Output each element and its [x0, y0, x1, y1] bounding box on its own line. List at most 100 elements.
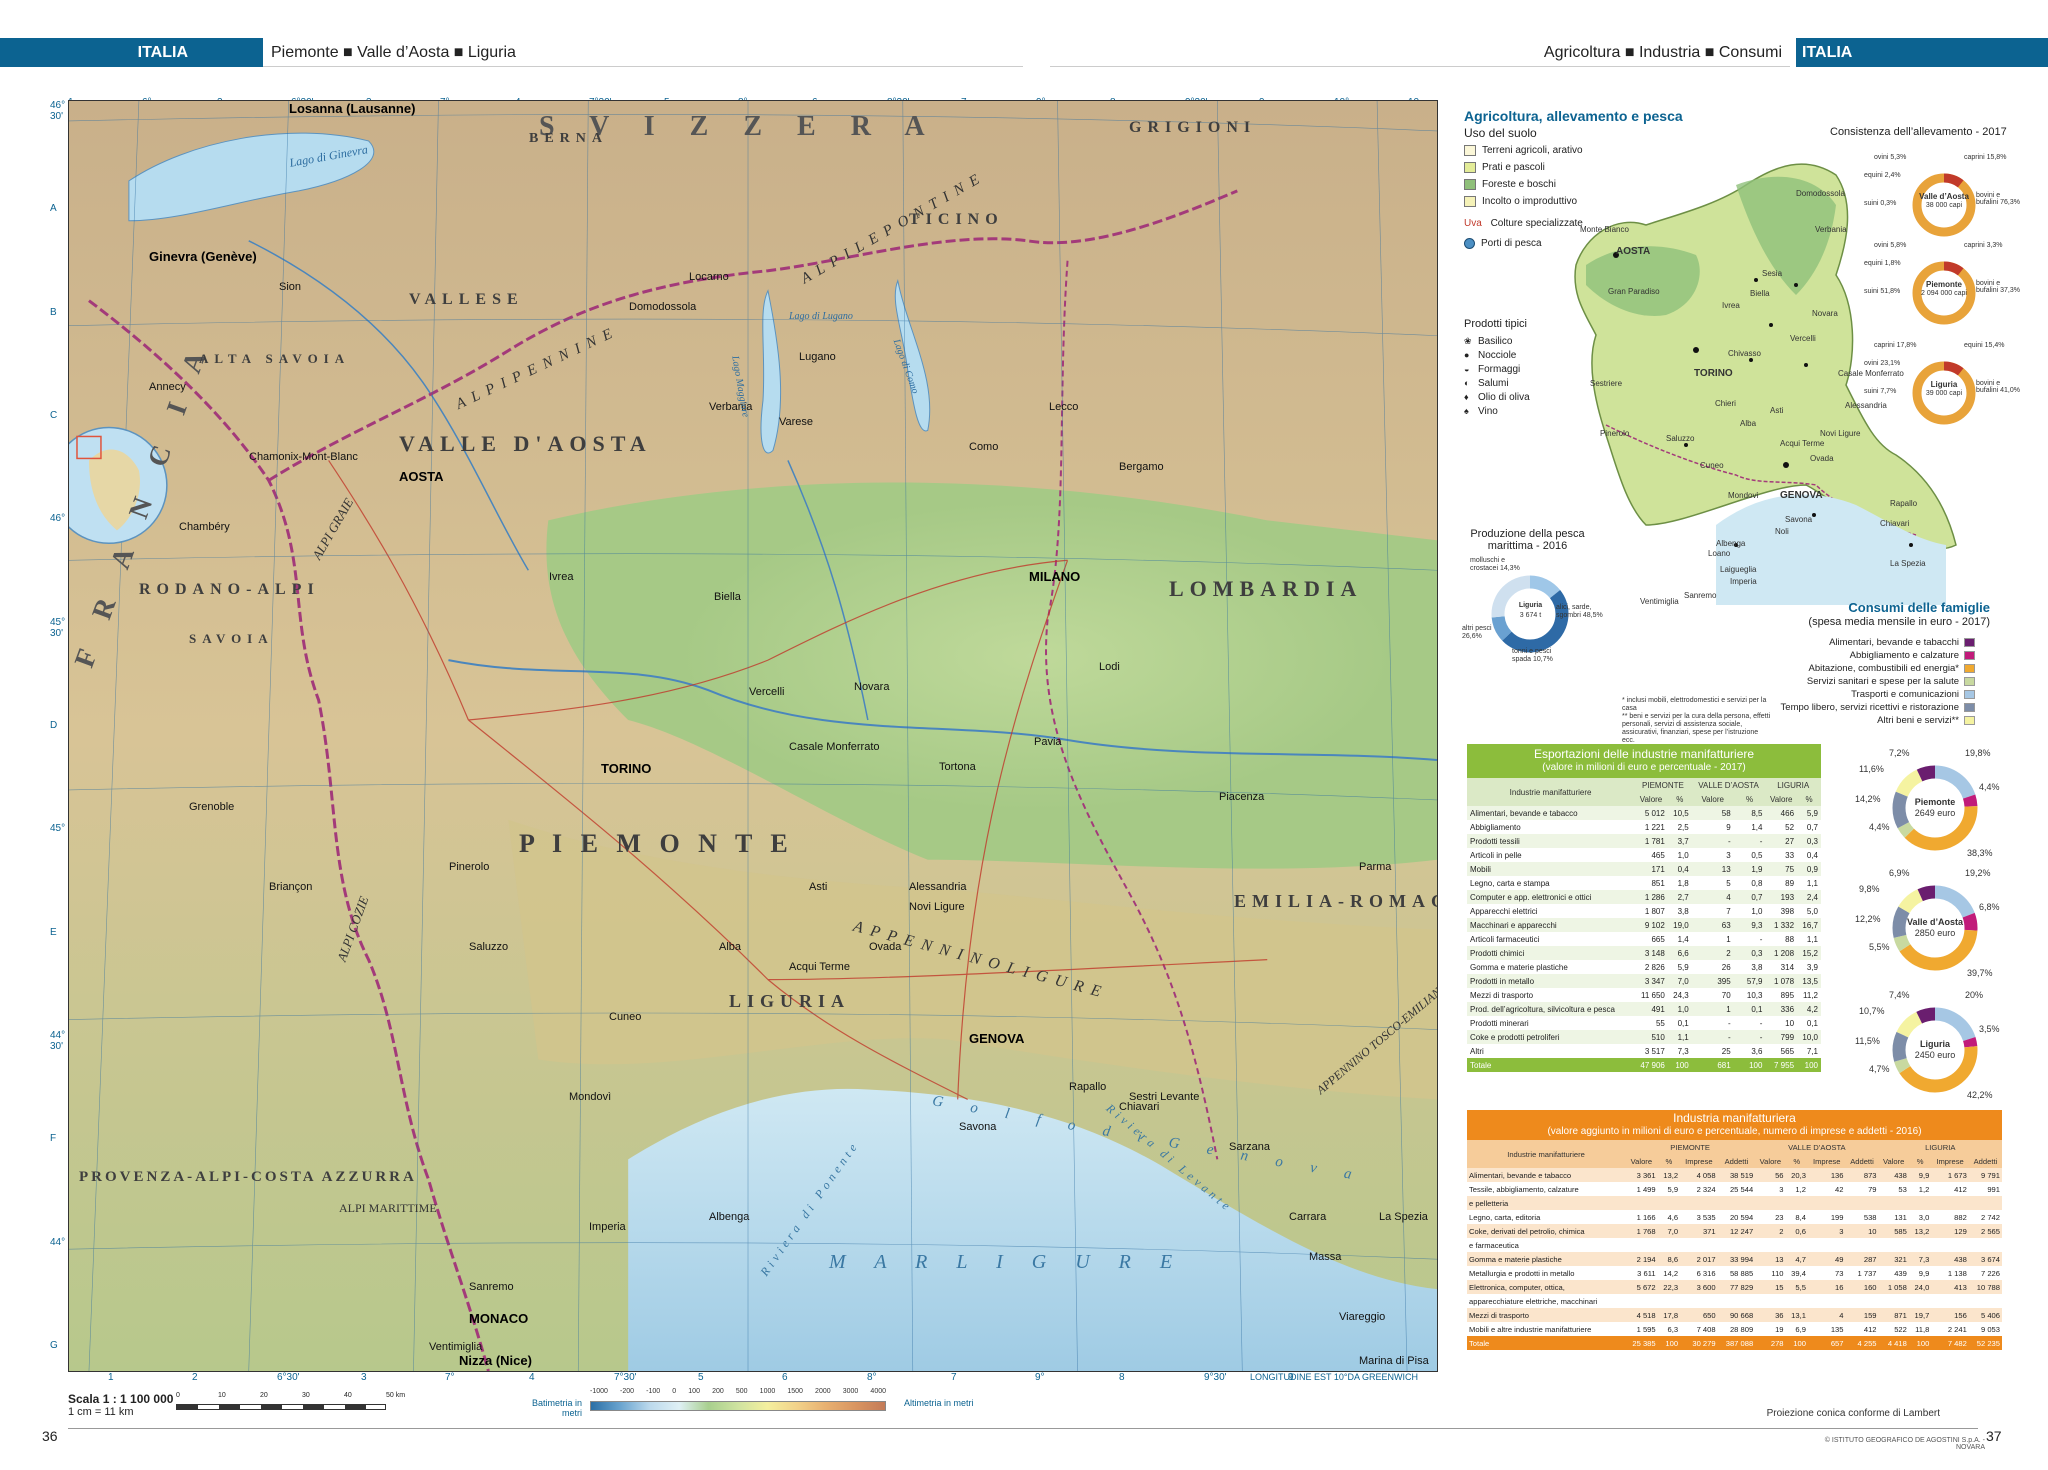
- industry-cell: [1878, 1294, 1909, 1308]
- industry-cell: 9 053: [1968, 1322, 2002, 1336]
- industry-cell: 20,3: [1785, 1168, 1808, 1182]
- industry-cell: 8,4: [1785, 1210, 1808, 1224]
- city-label: Massa: [1309, 1251, 1342, 1263]
- grid-left-label: A: [50, 203, 57, 214]
- export-cell: Apparecchi elettrici: [1467, 904, 1635, 918]
- industry-cell: 15: [1755, 1280, 1786, 1294]
- export-cell: 314: [1765, 960, 1798, 974]
- elevation-tick: 2000: [815, 1388, 831, 1395]
- industry-cell: 522: [1878, 1322, 1909, 1336]
- consumption-legend-item: Alimentari, bevande e tabacchi: [1740, 636, 1975, 649]
- export-row: Gomma e materie plastiche 2 826 5,9 26 3,8 31…: [1467, 960, 1821, 974]
- livestock-donut-label: caprini 17,8%: [1874, 342, 1917, 349]
- city-label: Chamonix-Mont-Blanc: [249, 451, 358, 463]
- regional-map-label: Laigueglia: [1720, 565, 1757, 574]
- industry-cell: 585: [1878, 1224, 1909, 1238]
- elevation-tick: 200: [712, 1388, 724, 1395]
- industry-cell: [1657, 1238, 1681, 1252]
- industry-row: Mobili e altre industrie manifatturiere 1…: [1467, 1322, 2002, 1336]
- typical-product-icon: ◐: [1464, 378, 1470, 388]
- livestock-donut-name: Valle d’Aosta: [1919, 192, 1969, 201]
- elevation-color-strip: [590, 1401, 886, 1411]
- export-cell: 11,2: [1797, 988, 1821, 1002]
- export-row: Articoli in pelle 465 1,0 3 0,5 33 0,4: [1467, 848, 1821, 862]
- export-cell: 1: [1691, 932, 1734, 946]
- industry-cell: 9 791: [1968, 1168, 2002, 1182]
- region-label-alta-savoia: ALTA SAVOIA: [199, 351, 351, 366]
- export-row: Coke e prodotti petroliferi 510 1,1- -799 10…: [1467, 1030, 1821, 1044]
- relief-map[interactable]: S V I Z Z E R A F R A N C I A VALLE D'AO…: [68, 100, 1438, 1372]
- elevation-tick: -200: [620, 1388, 635, 1395]
- export-cell: -: [1733, 834, 1766, 848]
- industry-cell: 17,8: [1657, 1308, 1681, 1322]
- industry-cell: Elettronica, computer, ottica,: [1467, 1280, 1626, 1294]
- industry-cell: 1 138: [1931, 1266, 1969, 1280]
- consumption-donut: Liguria 2450 euro 7,4% 20% 10,7% 3,5% 11,5% 4,7…: [1855, 990, 2015, 1106]
- regional-map-label: Loano: [1708, 549, 1731, 558]
- industry-cell: 3,0: [1908, 1210, 1932, 1224]
- city-label: Tortona: [939, 761, 976, 773]
- export-cell: Legno, carta e stampa: [1467, 876, 1635, 890]
- livestock-donut-value: 39 000 capi: [1925, 390, 1963, 397]
- export-cell: 2: [1691, 946, 1734, 960]
- export-cell: 70: [1691, 988, 1734, 1002]
- consumption-legend-label: Abitazione, combustibili ed energia*: [1808, 663, 1959, 674]
- industry-cell: 28 809: [1717, 1322, 1756, 1336]
- industry-subheader-cell: Valore: [1755, 1154, 1786, 1168]
- region-label-valle-aosta: VALLE D'AOSTA: [399, 431, 652, 456]
- industry-cell: apparecchiature elettriche, macchinari: [1467, 1294, 1626, 1308]
- export-cell: 0,1: [1797, 1016, 1821, 1030]
- city-label: Locarno: [689, 271, 729, 283]
- elevation-tick: 100: [688, 1388, 700, 1395]
- industry-cell: Mobili e altre industrie manifatturiere: [1467, 1322, 1626, 1336]
- grid-bottom-label: 9°: [1035, 1372, 1045, 1383]
- industry-row: Coke, derivati del petrolio, chimica 1 76…: [1467, 1224, 2002, 1238]
- export-cell: 9,3: [1733, 918, 1766, 932]
- industry-total-cell: 7 482: [1931, 1336, 1969, 1350]
- city-label: Sanremo: [469, 1281, 514, 1293]
- consumption-donut-pct: 19,2%: [1965, 868, 1991, 878]
- industry-cell: 4,7: [1785, 1252, 1808, 1266]
- export-subheader-cell: Valore: [1691, 792, 1734, 806]
- export-subheader-cell: %: [1733, 792, 1766, 806]
- city-label: Viareggio: [1339, 1311, 1386, 1323]
- header-subtitle-left: Piemonte ■ Valle d’Aosta ■ Liguria: [263, 38, 1023, 67]
- grid-bottom-label: 7: [951, 1372, 957, 1383]
- grid-left-label: C: [50, 410, 58, 421]
- grid-bottom-label: 6°30': [277, 1372, 300, 1383]
- typical-product-icon: ◒: [1464, 364, 1470, 374]
- consumption-donut-pct: 6,8%: [1979, 902, 2000, 912]
- export-cell: 58: [1691, 806, 1734, 820]
- city-label: Imperia: [589, 1221, 626, 1233]
- industry-subheader-cell: Addetti: [1717, 1154, 1756, 1168]
- grid-bottom-label: 7°: [445, 1372, 455, 1383]
- industry-header-cell: PIEMONTE: [1625, 1140, 1756, 1154]
- regional-map-label: AOSTA: [1616, 246, 1651, 257]
- industry-cell: 3 674: [1968, 1252, 2002, 1266]
- city-label: Lugano: [799, 351, 836, 363]
- typical-product-icon: ❀: [1464, 335, 1472, 346]
- export-cell: 5,9: [1797, 806, 1821, 820]
- city-label: Ventimiglia: [429, 1341, 483, 1353]
- export-cell: 19,0: [1667, 918, 1692, 932]
- export-cell: 171: [1634, 862, 1668, 876]
- city-label-milano: MILANO: [1029, 569, 1081, 584]
- grid-left-label: 46° 30': [50, 100, 66, 122]
- consumption-legend-swatch: [1964, 638, 1975, 647]
- city-label-torino: TORINO: [601, 761, 652, 776]
- regional-map-label: Chiavari: [1880, 519, 1910, 528]
- industry-cell: e pelletteria: [1467, 1196, 1626, 1210]
- export-subheader-cell: %: [1667, 792, 1692, 806]
- export-cell: 1 807: [1634, 904, 1668, 918]
- consumption-legend-item: Abitazione, combustibili ed energia*: [1740, 662, 1975, 675]
- industry-cell: 10: [1845, 1224, 1879, 1238]
- consumption-donut-pct: 4,4%: [1869, 822, 1890, 832]
- industry-cell: Gomma e materie plastiche: [1467, 1252, 1626, 1266]
- export-cell: 9: [1691, 820, 1734, 834]
- typical-product-label: Olio di oliva: [1478, 391, 1530, 403]
- city-label: Carrara: [1289, 1211, 1327, 1223]
- export-cell: -: [1733, 1016, 1766, 1030]
- export-cell: 1: [1691, 1002, 1734, 1016]
- industry-cell: 1 166: [1625, 1210, 1658, 1224]
- city-label: Biella: [714, 591, 741, 603]
